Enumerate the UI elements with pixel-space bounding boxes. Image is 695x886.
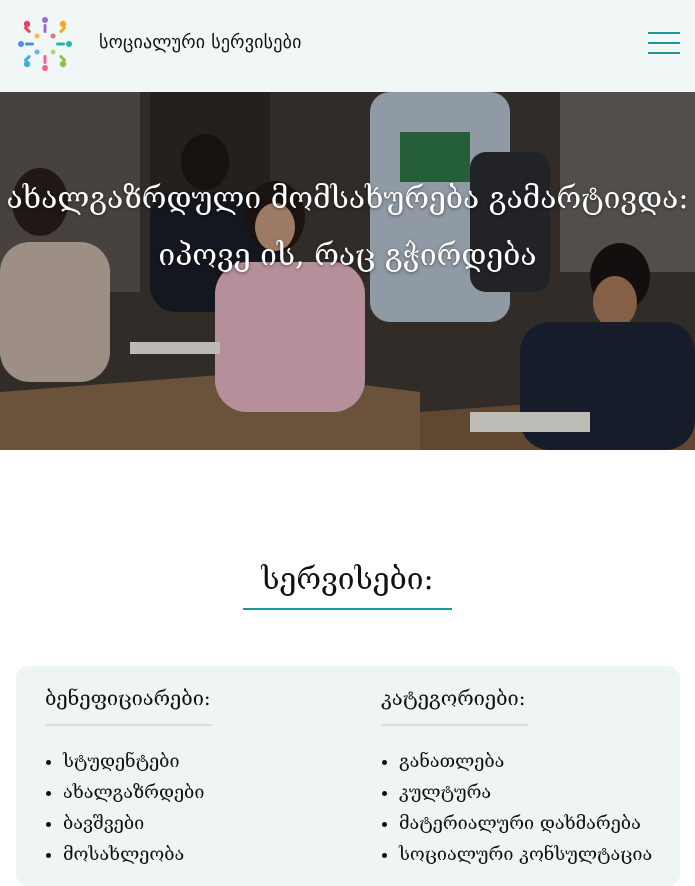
list-item[interactable]: განათლება (399, 746, 528, 777)
categories-list: განათლება კულტურა მატერიალური დახმარება … (381, 746, 652, 870)
site-name[interactable]: სოციალური სერვისები (99, 32, 302, 53)
site-header: სოციალური სერვისები (0, 0, 695, 92)
hero-title: ახალგაზრდული მომსახურება გამარტივდა: იპო… (0, 170, 695, 284)
categories-title: კატეგორიები: (381, 686, 526, 710)
list-item[interactable]: სტუდენტები (63, 746, 212, 777)
services-heading-underline (243, 608, 452, 610)
list-item[interactable]: ახალგაზრდები (63, 777, 212, 808)
list-item[interactable]: კულტურა (399, 777, 528, 808)
colorful-people-circle-logo-icon[interactable] (17, 16, 73, 72)
beneficiaries-column: ბენეფიციარები: სტუდენტები ახალგაზრდები ბ… (45, 686, 212, 870)
divider (45, 724, 212, 726)
list-item[interactable]: მატერიალური დახმარება (399, 808, 641, 839)
list-item[interactable]: სოციალური კონსულტაცია (399, 839, 652, 870)
categories-column: კატეგორიები: განათლება კულტურა მატერიალუ… (381, 686, 652, 870)
list-item[interactable]: მოსახლეობა (63, 839, 212, 870)
beneficiaries-title: ბენეფიციარები: (45, 686, 211, 710)
hero-title-line-2: იპოვე ის, რაც გჭირდება (158, 238, 537, 273)
hero-banner: ახალგაზრდული მომსახურება გამარტივდა: იპო… (0, 92, 695, 450)
divider (381, 724, 528, 726)
services-filter-panel: ბენეფიციარები: სტუდენტები ახალგაზრდები ბ… (16, 666, 680, 886)
hero-title-line-1: ახალგაზრდული მომსახურება გამარტივდა: (6, 181, 689, 216)
list-item[interactable]: ბავშვები (63, 808, 212, 839)
services-heading: სერვისები: (261, 562, 434, 597)
beneficiaries-list: სტუდენტები ახალგაზრდები ბავშვები მოსახლე… (45, 746, 212, 870)
hamburger-menu-icon[interactable] (648, 32, 680, 54)
